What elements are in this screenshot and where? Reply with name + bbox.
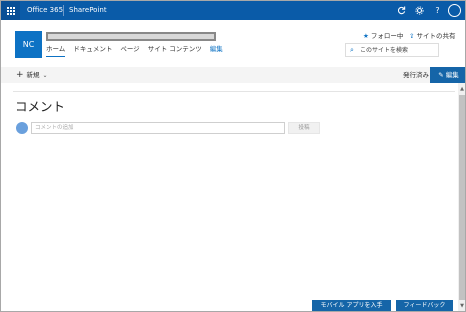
scroll-down-icon[interactable]: ▼ xyxy=(458,302,465,310)
nav-edit-link[interactable]: 編集 xyxy=(210,45,223,57)
sharepoint-window: Office 365 SharePoint ? NC ホーム ドキュメント ペー… xyxy=(0,0,466,312)
vertical-scrollbar[interactable]: ▲ ▼ xyxy=(458,83,465,311)
scroll-up-icon[interactable]: ▲ xyxy=(458,85,465,93)
search-icon: ⌕ xyxy=(350,46,354,54)
suite-divider xyxy=(63,5,64,16)
edit-button[interactable]: ✎ 編集 xyxy=(430,67,465,83)
post-button[interactable]: 投稿 xyxy=(288,122,320,134)
user-avatar-icon[interactable] xyxy=(448,4,461,17)
follow-button[interactable]: ★ フォロー中 xyxy=(363,30,403,40)
search-input[interactable] xyxy=(360,45,438,56)
commenter-avatar xyxy=(16,122,28,134)
new-button[interactable]: + 新規 ⌄ xyxy=(16,70,48,81)
divider xyxy=(13,91,455,92)
nav-item-pages[interactable]: ページ xyxy=(120,45,139,57)
new-label: 新規 xyxy=(26,71,40,79)
command-bar: + 新規 ⌄ 発行済み xyxy=(1,67,465,83)
get-mobile-app-button[interactable]: モバイル アプリを入手 xyxy=(312,300,391,311)
nav-item-site-contents[interactable]: サイト コンテンツ xyxy=(148,45,202,57)
feedback-button[interactable]: フィードバック xyxy=(396,300,453,311)
waffle-icon[interactable] xyxy=(1,1,20,20)
share-button[interactable]: ⇪ サイトの共有 xyxy=(409,30,455,40)
edit-label: 編集 xyxy=(445,71,459,79)
share-icon: ⇪ xyxy=(409,32,415,40)
site-title-redacted xyxy=(46,32,216,41)
chevron-down-icon: ⌄ xyxy=(42,72,48,79)
plus-icon: + xyxy=(16,70,24,80)
follow-label: フォロー中 xyxy=(370,32,404,40)
site-nav: ホーム ドキュメント ページ サイト コンテンツ 編集 xyxy=(46,45,231,57)
site-logo[interactable]: NC xyxy=(15,31,42,58)
refresh-icon[interactable] xyxy=(395,4,408,17)
sharepoint-link[interactable]: SharePoint xyxy=(69,5,107,16)
site-search-box[interactable]: ⌕ xyxy=(345,43,439,57)
help-icon[interactable]: ? xyxy=(431,4,444,17)
published-status: 発行済み xyxy=(403,71,429,79)
nav-item-documents[interactable]: ドキュメント xyxy=(73,45,112,57)
share-label: サイトの共有 xyxy=(416,32,456,40)
nav-item-home[interactable]: ホーム xyxy=(46,45,66,57)
comments-heading: コメント xyxy=(15,99,66,114)
pencil-icon: ✎ xyxy=(438,71,446,79)
suite-bar: Office 365 SharePoint ? xyxy=(1,1,465,20)
scroll-thumb[interactable] xyxy=(459,95,465,300)
star-icon: ★ xyxy=(363,32,369,40)
office365-link[interactable]: Office 365 xyxy=(27,5,63,16)
gear-icon[interactable] xyxy=(413,4,426,17)
comment-box[interactable] xyxy=(31,122,285,134)
comment-input[interactable] xyxy=(35,123,281,133)
